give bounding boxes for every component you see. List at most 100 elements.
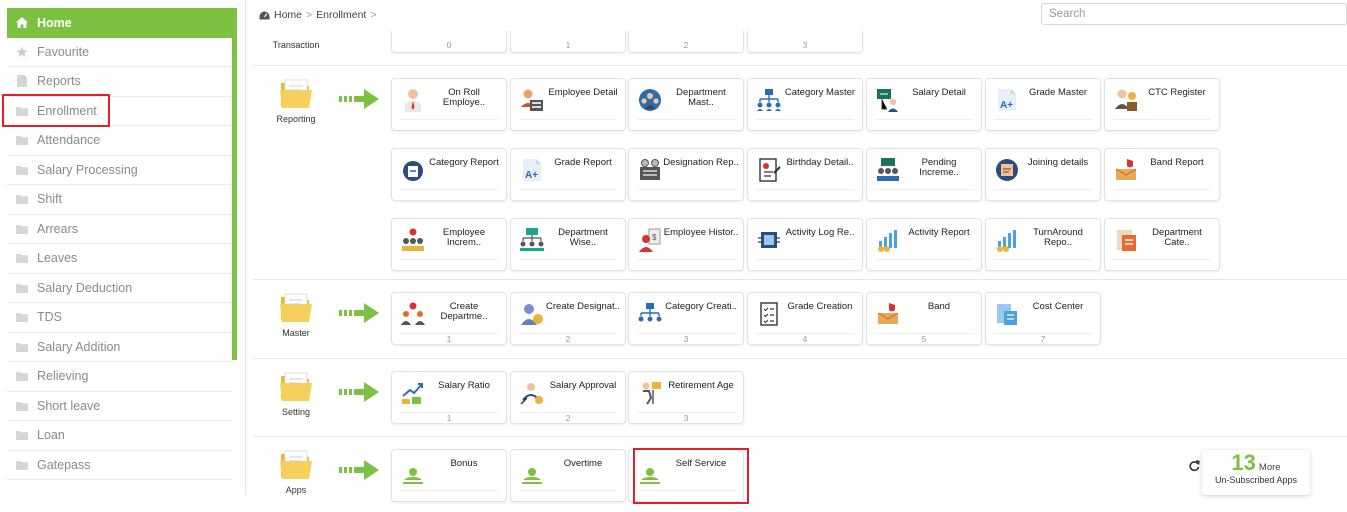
tile-divider bbox=[994, 119, 1092, 120]
folder-icon bbox=[280, 372, 312, 401]
band-icon bbox=[877, 303, 899, 324]
tile-retirement-age[interactable]: Retirement Age 3 bbox=[628, 371, 744, 424]
tile-activity-log-report[interactable]: Activity Log Re.. bbox=[747, 218, 863, 271]
tile-salary-detail[interactable]: Salary Detail bbox=[866, 78, 982, 131]
transaction-tile[interactable]: 1 bbox=[510, 31, 626, 53]
tile-title: Overtime bbox=[563, 458, 603, 469]
tile-band[interactable]: Band 5 bbox=[866, 292, 982, 345]
tile-count: 7 bbox=[1040, 334, 1046, 344]
tile-title: Salary Approval bbox=[549, 380, 617, 391]
tile-salary-ratio[interactable]: Salary Ratio 1 bbox=[391, 371, 507, 424]
sidebar-item-salary-processing[interactable]: Salary Processing bbox=[7, 156, 232, 185]
tile-count: 3 bbox=[683, 334, 689, 344]
arrow-right-icon bbox=[339, 303, 379, 323]
tile-ctc-register[interactable]: CTC Register bbox=[1104, 78, 1220, 131]
folder-icon bbox=[16, 164, 28, 176]
tile-title: TurnAround Repo.. bbox=[1033, 227, 1083, 248]
tile-divider bbox=[1113, 259, 1211, 260]
tile-on-roll-employee[interactable]: On Roll Employe.. bbox=[391, 78, 507, 131]
sidebar-item-arrears[interactable]: Arrears bbox=[7, 215, 232, 244]
tile-grade-master[interactable]: A+ Grade Master bbox=[985, 78, 1101, 131]
tile-create-department[interactable]: Create Departme.. 1 bbox=[391, 292, 507, 345]
create-designation-icon bbox=[521, 304, 543, 325]
sidebar-item-label: Reports bbox=[37, 74, 81, 89]
tile-self-service[interactable]: Self Service bbox=[628, 449, 744, 502]
tile-cost-center[interactable]: Cost Center 7 bbox=[985, 292, 1101, 345]
salary-ratio-icon bbox=[402, 383, 423, 404]
tile-title: Birthday Detail.. bbox=[786, 157, 854, 168]
tile-birthday-detail[interactable]: Birthday Detail.. bbox=[747, 148, 863, 201]
tile-pending-increment[interactable]: Pending Increme.. bbox=[866, 148, 982, 201]
arrow-right-icon bbox=[339, 89, 379, 109]
tile-category-master[interactable]: Category Master bbox=[747, 78, 863, 131]
tile-count: 2 bbox=[683, 40, 689, 50]
sidebar-item-favourite[interactable]: Favourite bbox=[7, 38, 232, 67]
tile-divider bbox=[637, 490, 735, 491]
sidebar-item-home[interactable]: Home bbox=[7, 8, 232, 38]
tile-title: Activity Report bbox=[908, 227, 970, 238]
retirement-age-icon bbox=[642, 382, 661, 405]
tile-overtime[interactable]: Overtime bbox=[510, 449, 626, 502]
transaction-tile[interactable]: 3 bbox=[747, 31, 863, 53]
section-label: Setting bbox=[281, 407, 311, 417]
sidebar-item-label: Salary Processing bbox=[37, 162, 138, 177]
sidebar-item-short-leave[interactable]: Short leave bbox=[7, 392, 232, 421]
more-apps-card[interactable]: 13 More Un-Subscribed Apps bbox=[1202, 450, 1310, 495]
sidebar-item-tds[interactable]: TDS bbox=[7, 303, 232, 333]
tile-category-report[interactable]: Category Report bbox=[391, 148, 507, 201]
app-user-icon bbox=[403, 468, 423, 484]
sidebar-item-attendance[interactable]: Attendance bbox=[7, 126, 232, 156]
sidebar-item-enrollment[interactable]: Enrollment bbox=[7, 97, 232, 126]
tile-title: Category Report bbox=[429, 157, 499, 168]
tile-title: Cost Center bbox=[1032, 301, 1084, 312]
sidebar-item-relieving[interactable]: Relieving bbox=[7, 362, 232, 392]
tile-count: 3 bbox=[683, 413, 689, 423]
tile-turnaround-report[interactable]: TurnAround Repo.. bbox=[985, 218, 1101, 271]
tile-count: 5 bbox=[921, 334, 927, 344]
ctc-register-icon bbox=[1115, 89, 1137, 111]
tile-create-designation[interactable]: Create Designat.. 2 bbox=[510, 292, 626, 345]
tile-activity-report[interactable]: Activity Report bbox=[866, 218, 982, 271]
sidebar-item-shift[interactable]: Shift bbox=[7, 185, 232, 215]
sidebar-item-reports[interactable]: Reports bbox=[7, 67, 232, 97]
activity-chart-icon bbox=[878, 230, 897, 252]
pending-increment-icon bbox=[877, 158, 899, 181]
sidebar-item-salary-deduction[interactable]: Salary Deduction bbox=[7, 274, 232, 303]
transaction-tile[interactable]: 2 bbox=[628, 31, 744, 53]
sidebar-item-label: Shift bbox=[37, 192, 63, 207]
employee-history-icon: $ bbox=[639, 228, 661, 252]
tile-department-wise[interactable]: Department Wise.. bbox=[510, 218, 626, 271]
tile-category-creation[interactable]: Category Creati.. 3 bbox=[628, 292, 744, 345]
tile-salary-approval[interactable]: Salary Approval 2 bbox=[510, 371, 626, 424]
tile-joining-details[interactable]: Joining details bbox=[985, 148, 1101, 201]
band-report-icon bbox=[1115, 159, 1137, 180]
tile-employee-detail[interactable]: Employee Detail bbox=[510, 78, 626, 131]
sidebar-item-loan[interactable]: Loan bbox=[7, 421, 232, 451]
tile-title: Department Cate.. bbox=[1152, 227, 1202, 248]
sidebar-item-label: Home bbox=[37, 15, 72, 30]
tile-bonus[interactable]: Bonus bbox=[391, 449, 507, 502]
folder-icon bbox=[16, 341, 28, 353]
tile-count: 1 bbox=[565, 40, 571, 50]
tile-grade-report[interactable]: A+ Grade Report bbox=[510, 148, 626, 201]
transaction-tile[interactable]: 0 bbox=[391, 31, 507, 53]
birthday-doc-icon bbox=[759, 158, 781, 182]
category-report-icon bbox=[403, 161, 423, 181]
sidebar-item-label: Favourite bbox=[37, 44, 90, 59]
tile-designation-report[interactable]: Designation Rep.. bbox=[628, 148, 744, 201]
sidebar-item-label: Arrears bbox=[37, 221, 78, 236]
tile-department-master[interactable]: Department Mast.. bbox=[628, 78, 744, 131]
tile-employee-history[interactable]: $ Employee Histor.. bbox=[628, 218, 744, 271]
tile-title: On Roll Employe.. bbox=[442, 87, 486, 108]
file-icon bbox=[16, 75, 28, 88]
tile-department-category[interactable]: Department Cate.. bbox=[1104, 218, 1220, 271]
sidebar-item-leaves[interactable]: Leaves bbox=[7, 244, 232, 274]
sidebar-item-salary-addition[interactable]: Salary Addition bbox=[7, 333, 232, 362]
refresh-icon[interactable] bbox=[1188, 460, 1200, 472]
sidebar-item-gatepass[interactable]: Gatepass bbox=[7, 451, 232, 480]
tile-band-report[interactable]: Band Report bbox=[1104, 148, 1220, 201]
tile-grade-creation[interactable]: Grade Creation 4 bbox=[747, 292, 863, 345]
section-master: Master Create Departme.. 1 Create Design… bbox=[253, 280, 1347, 359]
tile-divider bbox=[519, 259, 617, 260]
tile-employee-increment[interactable]: Employee Increm.. bbox=[391, 218, 507, 271]
